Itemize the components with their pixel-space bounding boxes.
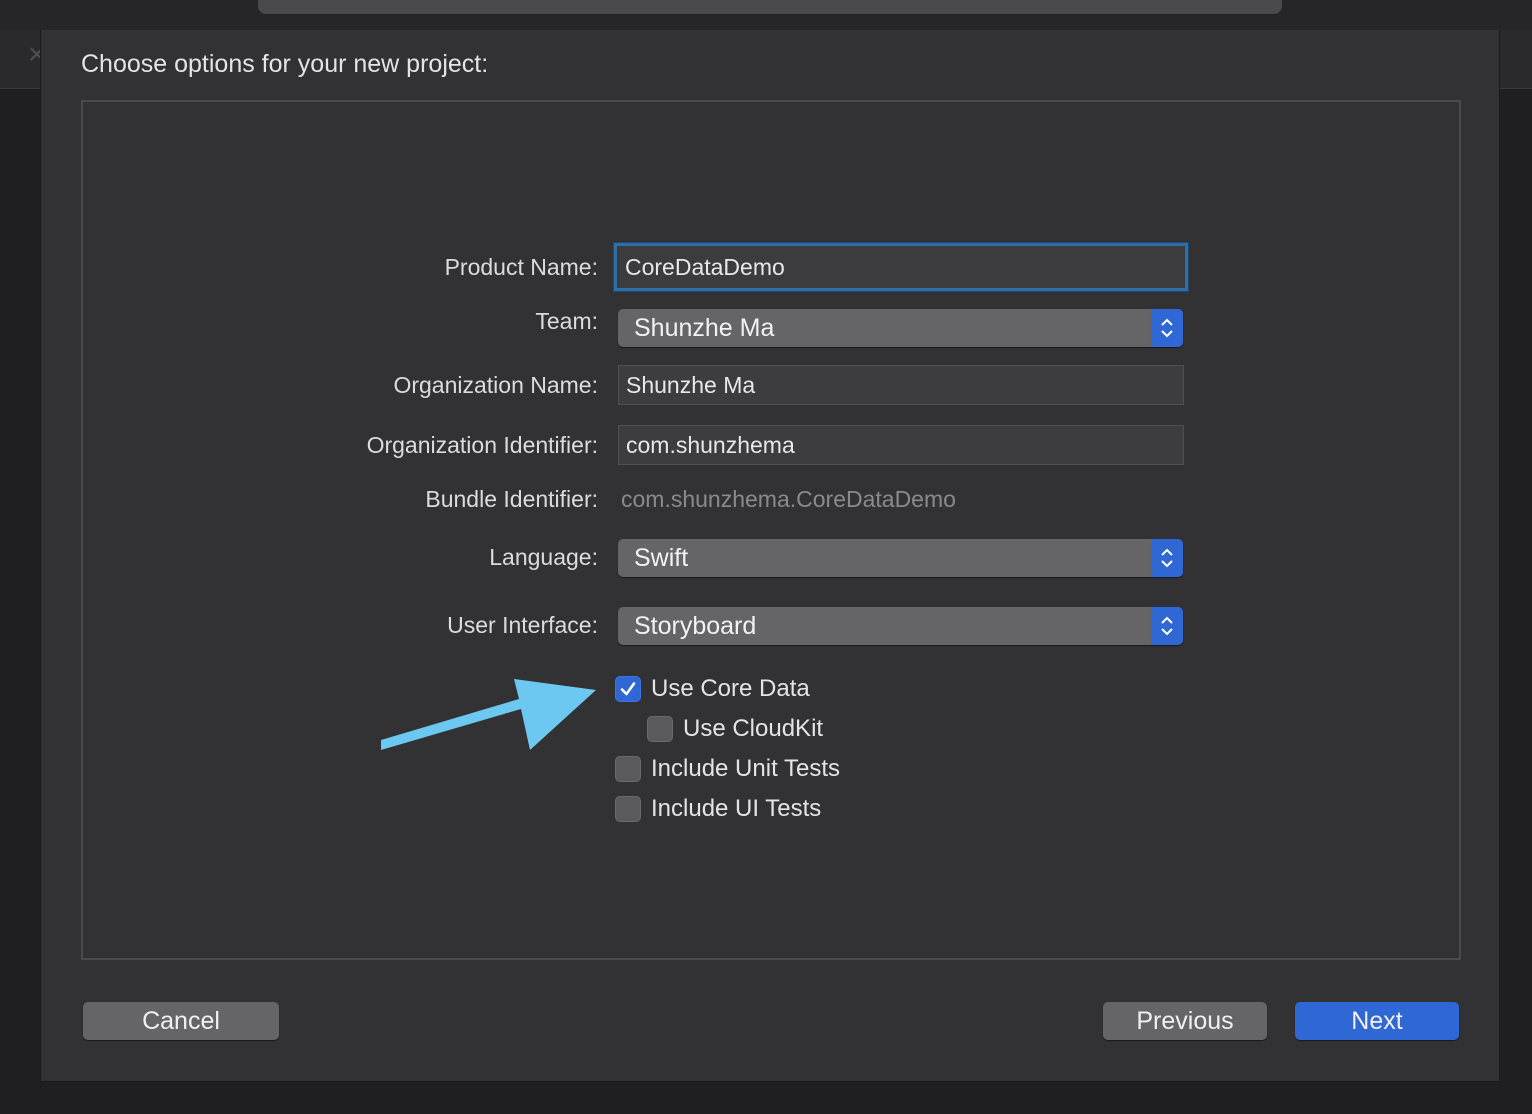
options-panel xyxy=(81,100,1461,960)
organization-identifier-field[interactable] xyxy=(618,425,1184,465)
chevron-up-down-icon xyxy=(1151,607,1183,645)
include-unit-tests-option[interactable]: Include Unit Tests xyxy=(615,755,840,783)
chevron-up-down-icon xyxy=(1151,309,1183,347)
include-ui-tests-option[interactable]: Include UI Tests xyxy=(615,795,821,823)
chevron-up-down-icon xyxy=(1151,539,1183,577)
cancel-button[interactable]: Cancel xyxy=(83,1002,279,1040)
use-core-data-checkbox[interactable] xyxy=(615,676,641,702)
language-label: Language: xyxy=(489,544,598,570)
include-unit-tests-checkbox[interactable] xyxy=(615,756,641,782)
use-cloudkit-option[interactable]: Use CloudKit xyxy=(647,715,823,743)
include-ui-tests-checkbox[interactable] xyxy=(615,796,641,822)
include-ui-tests-label: Include UI Tests xyxy=(651,795,822,822)
organization-name-field[interactable] xyxy=(618,365,1184,405)
team-popup[interactable]: Shunzhe Ma xyxy=(618,309,1183,347)
use-cloudkit-label: Use CloudKit xyxy=(683,715,824,742)
bundle-identifier-value: com.shunzhema.CoreDataDemo xyxy=(621,486,956,512)
organization-name-label: Organization Name: xyxy=(393,372,598,398)
checkmark-icon xyxy=(620,682,636,696)
product-name-field[interactable] xyxy=(614,243,1188,291)
background-toolbar-strip xyxy=(258,0,1282,14)
include-unit-tests-label: Include Unit Tests xyxy=(651,755,840,782)
bundle-identifier-label: Bundle Identifier: xyxy=(425,486,598,512)
use-cloudkit-checkbox[interactable] xyxy=(647,716,673,742)
user-interface-popup[interactable]: Storyboard xyxy=(618,607,1183,645)
user-interface-label: User Interface: xyxy=(447,612,598,638)
product-name-label: Product Name: xyxy=(444,254,598,280)
previous-button[interactable]: Previous xyxy=(1103,1002,1267,1040)
next-button[interactable]: Next xyxy=(1295,1002,1459,1040)
organization-identifier-label: Organization Identifier: xyxy=(366,432,598,458)
team-label: Team: xyxy=(535,308,598,334)
user-interface-popup-value: Storyboard xyxy=(634,612,757,640)
team-popup-value: Shunzhe Ma xyxy=(634,314,775,342)
language-popup[interactable]: Swift xyxy=(618,539,1183,577)
use-core-data-label: Use Core Data xyxy=(651,675,810,702)
sheet-title: Choose options for your new project: xyxy=(81,50,489,78)
language-popup-value: Swift xyxy=(634,544,689,572)
use-core-data-option[interactable]: Use Core Data xyxy=(615,675,810,703)
background-tab-right xyxy=(1500,30,1532,89)
new-project-sheet: Choose options for your new project: Pro… xyxy=(40,30,1500,1082)
